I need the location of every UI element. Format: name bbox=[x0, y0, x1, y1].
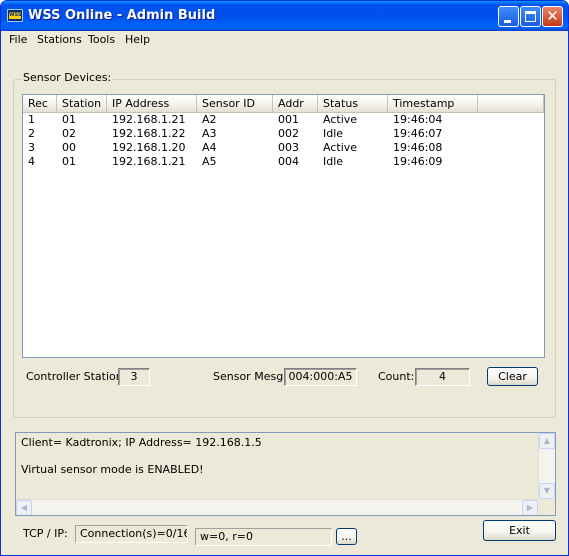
window-title: WSS Online - Admin Build bbox=[28, 8, 216, 23]
column-addr[interactable]: Addr bbox=[273, 95, 318, 112]
cell-addr: 004 bbox=[278, 155, 299, 168]
close-icon: ✕ bbox=[546, 7, 559, 25]
cell-rec: 1 bbox=[28, 113, 35, 126]
cell-timestamp: 19:46:09 bbox=[393, 155, 443, 168]
table-row[interactable]: 2 02 192.168.1.22 A3 002 Idle 19:46:07 bbox=[23, 127, 544, 141]
message-log[interactable]: Client= Kadtronix; IP Address= 192.168.1… bbox=[15, 432, 556, 516]
column-rec[interactable]: Rec bbox=[23, 95, 57, 112]
sensor-list[interactable]: Rec Station IP Address Sensor ID Addr St… bbox=[22, 94, 545, 358]
column-filler bbox=[478, 95, 544, 112]
table-row[interactable]: 4 01 192.168.1.21 A5 004 Idle 19:46:09 bbox=[23, 155, 544, 169]
sensor-devices-label: Sensor Devices: bbox=[21, 71, 114, 84]
controller-stations-label: Controller Stations: bbox=[26, 370, 133, 383]
cell-sensor-id: A5 bbox=[202, 155, 217, 168]
controller-stations-value: 3 bbox=[118, 368, 150, 386]
minimize-icon bbox=[504, 20, 511, 23]
cell-sensor-id: A4 bbox=[202, 141, 217, 154]
menu-file[interactable]: File bbox=[9, 33, 27, 46]
cell-timestamp: 19:46:07 bbox=[393, 127, 443, 140]
cell-status: Active bbox=[323, 141, 358, 154]
main-window: WSS WSS Online - Admin Build ✕ File Stat… bbox=[0, 0, 569, 556]
connection-details-button[interactable]: ... bbox=[336, 528, 357, 545]
exit-button[interactable]: Exit bbox=[483, 520, 556, 541]
list-header: Rec Station IP Address Sensor ID Addr St… bbox=[23, 95, 544, 113]
cell-ip: 192.168.1.20 bbox=[112, 141, 186, 154]
cell-station: 00 bbox=[62, 141, 76, 154]
title-bar[interactable]: WSS WSS Online - Admin Build ✕ bbox=[1, 1, 568, 31]
vertical-scrollbar[interactable]: ▲ ▼ bbox=[538, 433, 555, 499]
cell-ip: 192.168.1.21 bbox=[112, 155, 186, 168]
cell-timestamp: 19:46:04 bbox=[393, 113, 443, 126]
scroll-down-icon[interactable]: ▼ bbox=[539, 483, 555, 499]
cell-rec: 4 bbox=[28, 155, 35, 168]
column-ip-address[interactable]: IP Address bbox=[107, 95, 197, 112]
read-write-status: w=0, r=0 bbox=[195, 528, 332, 546]
scroll-left-icon[interactable]: ◀ bbox=[16, 500, 32, 515]
menu-tools[interactable]: Tools bbox=[88, 33, 115, 46]
cell-status: Idle bbox=[323, 155, 344, 168]
app-icon[interactable]: WSS bbox=[7, 9, 23, 22]
cell-status: Active bbox=[323, 113, 358, 126]
cell-addr: 003 bbox=[278, 141, 299, 154]
close-button[interactable]: ✕ bbox=[542, 6, 563, 27]
list-rows: 1 01 192.168.1.21 A2 001 Active 19:46:04… bbox=[23, 113, 544, 169]
sensor-mesg-value: 004:000:A5 bbox=[284, 368, 357, 386]
tcp-ip-label: TCP / IP: bbox=[23, 527, 68, 540]
scroll-right-icon[interactable]: ▶ bbox=[522, 500, 538, 515]
column-status[interactable]: Status bbox=[318, 95, 388, 112]
log-line: Client= Kadtronix; IP Address= 192.168.1… bbox=[21, 436, 262, 449]
horizontal-scrollbar[interactable]: ◀ ▶ bbox=[16, 499, 538, 515]
connections-status: Connection(s)=0/16 bbox=[75, 525, 188, 543]
scroll-corner bbox=[538, 499, 555, 515]
clear-button[interactable]: Clear bbox=[487, 367, 538, 386]
count-label: Count: bbox=[378, 370, 415, 383]
maximize-icon bbox=[525, 11, 536, 22]
scroll-up-icon[interactable]: ▲ bbox=[539, 433, 555, 449]
cell-addr: 001 bbox=[278, 113, 299, 126]
table-row[interactable]: 3 00 192.168.1.20 A4 003 Active 19:46:08 bbox=[23, 141, 544, 155]
cell-sensor-id: A2 bbox=[202, 113, 217, 126]
cell-rec: 3 bbox=[28, 141, 35, 154]
app-icon-text: WSS bbox=[9, 12, 22, 19]
log-line: Virtual sensor mode is ENABLED! bbox=[21, 463, 204, 476]
menu-help[interactable]: Help bbox=[125, 33, 150, 46]
sensor-mesg-label: Sensor Mesg: bbox=[213, 370, 287, 383]
cell-station: 01 bbox=[62, 155, 76, 168]
count-value: 4 bbox=[415, 368, 470, 386]
maximize-button[interactable] bbox=[520, 6, 541, 27]
menu-stations[interactable]: Stations bbox=[37, 33, 82, 46]
column-station[interactable]: Station bbox=[57, 95, 107, 112]
cell-timestamp: 19:46:08 bbox=[393, 141, 443, 154]
cell-status: Idle bbox=[323, 127, 344, 140]
column-timestamp[interactable]: Timestamp bbox=[388, 95, 478, 112]
cell-station: 01 bbox=[62, 113, 76, 126]
cell-sensor-id: A3 bbox=[202, 127, 217, 140]
cell-ip: 192.168.1.22 bbox=[112, 127, 186, 140]
table-row[interactable]: 1 01 192.168.1.21 A2 001 Active 19:46:04 bbox=[23, 113, 544, 127]
minimize-button[interactable] bbox=[498, 6, 519, 27]
column-sensor-id[interactable]: Sensor ID bbox=[197, 95, 273, 112]
cell-ip: 192.168.1.21 bbox=[112, 113, 186, 126]
menu-bar: File Stations Tools Help bbox=[4, 31, 566, 49]
cell-station: 02 bbox=[62, 127, 76, 140]
cell-rec: 2 bbox=[28, 127, 35, 140]
cell-addr: 002 bbox=[278, 127, 299, 140]
